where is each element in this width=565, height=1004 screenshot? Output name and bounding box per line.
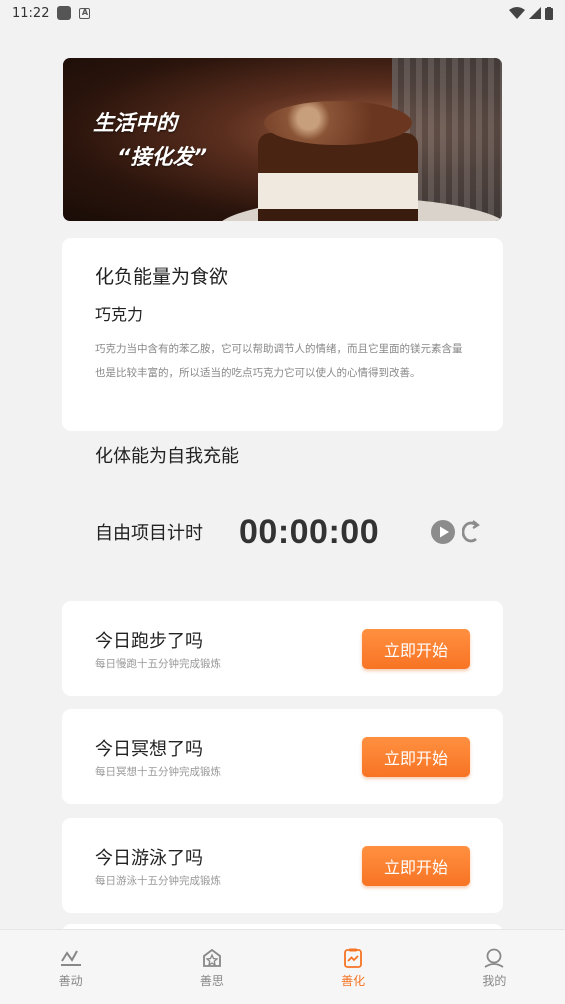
task-title: 今日游泳了吗	[95, 847, 203, 869]
tab-label: 善动	[58, 974, 83, 988]
status-time: 11:22	[12, 5, 50, 21]
a-notification-icon: A	[79, 7, 91, 19]
person-icon	[484, 948, 504, 968]
timer-row: 自由项目计时 00:00:00	[95, 508, 480, 556]
reset-icon[interactable]	[462, 519, 480, 545]
tab-shandong[interactable]: 善动	[0, 930, 141, 1004]
info-subtitle: 巧克力	[95, 305, 144, 324]
banner-caption: 生活中的 “接化发”	[93, 106, 207, 174]
tab-shansi[interactable]: 善思	[141, 930, 282, 1004]
timer-value: 00:00:00	[239, 512, 380, 551]
task-subtitle: 每日游泳十五分钟完成锻炼	[95, 874, 221, 887]
banner-line-1: 生活中的	[93, 111, 177, 135]
tab-label: 善思	[199, 974, 224, 988]
cake-illustration	[258, 93, 418, 221]
clipboard-chart-icon	[344, 948, 363, 968]
play-icon[interactable]	[430, 519, 456, 545]
status-bar: 11:22 A	[0, 0, 565, 26]
tab-mine[interactable]: 我的	[424, 930, 565, 1004]
start-meditation-button[interactable]: 立即开始	[362, 736, 470, 777]
start-running-button[interactable]: 立即开始	[362, 628, 470, 669]
task-card-running: 今日跑步了吗 每日慢跑十五分钟完成锻炼 立即开始	[62, 601, 503, 696]
info-card: 化负能量为食欲 巧克力 巧克力当中含有的苯乙胺，它可以帮助调节人的情绪，而且它里…	[62, 238, 503, 431]
signal-icon	[529, 7, 541, 19]
timer-label: 自由项目计时	[95, 523, 203, 544]
task-card-swimming: 今日游泳了吗 每日游泳十五分钟完成锻炼 立即开始	[62, 818, 503, 913]
bottom-tab-bar: 善动 善思 善化 我的	[0, 929, 565, 1004]
task-card-meditation: 今日冥想了吗 每日冥想十五分钟完成锻炼 立即开始	[62, 709, 503, 804]
task-subtitle: 每日慢跑十五分钟完成锻炼	[95, 657, 221, 670]
banner-image[interactable]: 生活中的 “接化发”	[63, 58, 502, 221]
star-house-icon	[202, 948, 221, 967]
wifi-icon	[509, 7, 525, 19]
banner-line-2: “接化发”	[117, 145, 208, 169]
section-title: 化体能为自我充能	[95, 446, 239, 467]
start-swimming-button[interactable]: 立即开始	[362, 845, 470, 886]
battery-icon	[545, 6, 553, 20]
app-notification-icon	[57, 6, 72, 20]
tab-shanhua[interactable]: 善化	[283, 930, 424, 1004]
activity-icon	[60, 950, 81, 966]
tab-label: 我的	[482, 974, 507, 988]
info-title: 化负能量为食欲	[95, 266, 229, 288]
tab-label: 善化	[341, 974, 366, 988]
task-title: 今日跑步了吗	[95, 630, 203, 652]
task-subtitle: 每日冥想十五分钟完成锻炼	[95, 765, 221, 778]
info-description: 巧克力当中含有的苯乙胺，它可以帮助调节人的情绪，而且它里面的镁元素含量也是比较丰…	[95, 343, 463, 379]
task-title: 今日冥想了吗	[95, 738, 203, 760]
